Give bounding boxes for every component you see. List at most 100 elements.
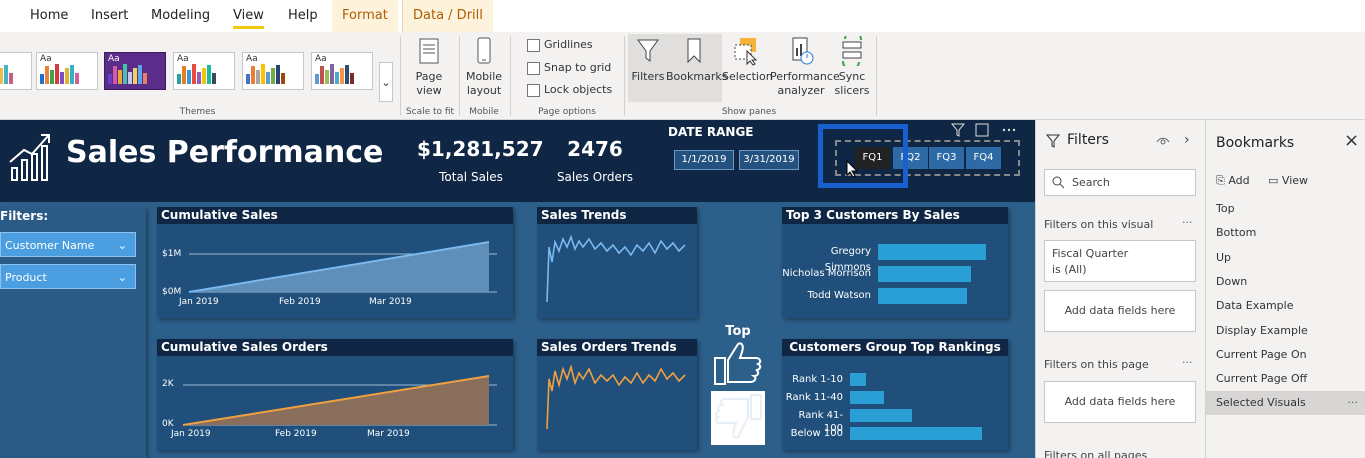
sales-orders-label: Sales Orders xyxy=(556,170,634,184)
theme-thumbnail[interactable]: Aa xyxy=(0,52,32,90)
bookmark-label: Bottom xyxy=(1216,226,1257,240)
add-bookmark-button[interactable]: ⎘ Add xyxy=(1216,174,1250,188)
theme-swatch xyxy=(138,65,142,84)
bookmarks-button-label: Bookmarks xyxy=(666,70,728,83)
theme-swatch xyxy=(207,65,211,84)
date-start-input[interactable]: 1/1/2019 xyxy=(674,150,734,170)
sync-slicers-button[interactable]: Sync slicers xyxy=(832,30,872,98)
bar[interactable] xyxy=(850,373,866,386)
snap-to-grid-checkbox[interactable]: Snap to grid xyxy=(527,61,611,75)
search-placeholder: Search xyxy=(1072,176,1110,189)
selection-pane-button[interactable]: Selection xyxy=(722,36,773,84)
thumbs-up-icon[interactable] xyxy=(712,340,764,386)
tab-modeling[interactable]: Modeling xyxy=(151,0,210,32)
date-end-input[interactable]: 3/31/2019 xyxy=(739,150,799,170)
group-divider xyxy=(876,36,877,116)
cumulative-sales-card[interactable]: Cumulative Sales $1M $0M Jan 2019 Feb 20… xyxy=(157,207,513,318)
more-options-icon[interactable]: ··· xyxy=(1348,391,1359,415)
theme-thumbnail[interactable]: Aa xyxy=(173,52,235,90)
eye-icon[interactable] xyxy=(1156,136,1170,148)
more-options-icon[interactable]: ··· xyxy=(1182,216,1193,229)
total-sales-value: $1,281,527 xyxy=(417,137,544,161)
bar[interactable] xyxy=(878,288,967,304)
lock-objects-label: Lock objects xyxy=(544,83,613,96)
fiscal-quarter-value: is (All) xyxy=(1052,263,1087,276)
bookmark-item[interactable]: Current Page On xyxy=(1206,343,1365,367)
sales-trends-card[interactable]: Sales Trends xyxy=(537,207,697,318)
top-customers-card[interactable]: Top 3 Customers By Sales Gregory Simmons… xyxy=(782,207,1008,318)
bookmark-item[interactable]: Display Example xyxy=(1206,319,1365,343)
bar[interactable] xyxy=(850,391,884,404)
theme-swatch xyxy=(212,73,216,84)
product-slicer[interactable]: Product ⌄ xyxy=(0,264,136,289)
bookmark-item[interactable]: Down xyxy=(1206,270,1365,294)
filters-on-visual-label: Filters on this visual xyxy=(1044,218,1154,231)
theme-thumbnail[interactable]: Aa xyxy=(311,52,373,90)
theme-aa-label: Aa xyxy=(177,54,189,64)
bookmark-item[interactable]: Bottom xyxy=(1206,221,1365,245)
bar[interactable] xyxy=(850,427,982,440)
theme-swatch xyxy=(246,74,250,84)
theme-thumbnail[interactable]: Aa xyxy=(242,52,304,90)
bookmark-item[interactable]: Current Page Off xyxy=(1206,367,1365,391)
thumbs-down-icon xyxy=(714,394,762,439)
bookmarks-pane-button[interactable]: Bookmarks xyxy=(666,36,728,84)
total-sales-label: Total Sales xyxy=(439,170,503,184)
bookmark-item[interactable]: Data Example xyxy=(1206,294,1365,318)
theme-swatch xyxy=(113,66,117,84)
filters-pane-button[interactable]: Filters xyxy=(630,36,666,84)
bookmark-label: Up xyxy=(1216,250,1232,264)
tab-insert[interactable]: Insert xyxy=(91,0,128,32)
bookmark-item[interactable]: Selected Visuals ··· xyxy=(1206,391,1365,416)
theme-swatch xyxy=(118,70,122,84)
fiscal-quarter-label: Fiscal Quarter xyxy=(1052,247,1129,260)
theme-swatch xyxy=(320,66,324,84)
visual-drop-zone[interactable]: Add data fields here xyxy=(1044,290,1196,332)
bookmark-item[interactable]: Up xyxy=(1206,246,1365,270)
orders-trends-card[interactable]: Sales Orders Trends xyxy=(537,339,697,450)
quarter-button-fq4[interactable]: FQ4 xyxy=(966,147,1001,169)
page-options-label: Page options xyxy=(538,107,596,117)
view-bookmarks-button[interactable]: ▭ View xyxy=(1268,174,1308,187)
customer-name-slicer[interactable]: Customer Name ⌄ xyxy=(0,232,136,257)
lock-objects-checkbox[interactable]: Lock objects xyxy=(527,83,612,97)
tab-help[interactable]: Help xyxy=(288,0,318,32)
quarter-button-fq3[interactable]: FQ3 xyxy=(929,147,964,169)
theme-swatch xyxy=(271,68,275,84)
add-bookmark-label: Add xyxy=(1228,174,1250,187)
tab-home[interactable]: Home xyxy=(30,0,68,32)
bookmark-item[interactable]: Top xyxy=(1206,197,1365,221)
theme-color-bars xyxy=(108,64,162,86)
bar[interactable] xyxy=(878,244,986,260)
theme-thumbnail[interactable]: Aa xyxy=(104,52,166,90)
close-icon[interactable]: × xyxy=(1344,130,1359,151)
gridlines-checkbox[interactable]: Gridlines xyxy=(527,38,593,52)
bar[interactable] xyxy=(850,409,912,422)
thumbs-down-button[interactable] xyxy=(711,391,765,445)
selection-icon xyxy=(734,38,758,66)
tab-data-drill[interactable]: Data / Drill xyxy=(402,0,493,32)
more-options-icon[interactable]: ··· xyxy=(1182,356,1193,369)
fiscal-quarter-filter-card[interactable]: Fiscal Quarter is (All) xyxy=(1044,240,1196,282)
scale-to-fit-label: Scale to fit xyxy=(405,107,455,117)
cumulative-orders-card[interactable]: Cumulative Sales Orders 2K 0K Jan 2019 F… xyxy=(157,339,513,450)
top-customers-title: Top 3 Customers By Sales xyxy=(782,207,1008,224)
tab-format[interactable]: Format xyxy=(332,0,398,32)
sales-trends-plot xyxy=(546,234,686,303)
themes-expand-button[interactable]: ⌄ xyxy=(379,62,393,102)
theme-swatch xyxy=(123,64,127,84)
mobile-layout-button[interactable]: Mobile layout xyxy=(462,36,506,98)
page-view-button[interactable]: Page view xyxy=(405,36,453,98)
group-rankings-card[interactable]: Customers Group Top Rankings Rank 1-10 Ra… xyxy=(782,339,1008,450)
sync-slicers-icon xyxy=(842,30,862,71)
collapse-chevron-icon[interactable]: › xyxy=(1184,132,1190,148)
filters-search-input[interactable]: Search xyxy=(1044,169,1196,196)
cumulative-sales-plot xyxy=(188,241,497,293)
page-drop-zone[interactable]: Add data fields here xyxy=(1044,381,1196,423)
theme-thumbnail[interactable]: Aa xyxy=(36,52,98,90)
performance-analyzer-button[interactable]: Performance analyzer xyxy=(770,36,840,98)
tab-view[interactable]: View xyxy=(233,0,264,32)
bookmark-label: Current Page On xyxy=(1216,347,1307,361)
page-view-icon xyxy=(419,38,439,64)
bar[interactable] xyxy=(878,266,971,282)
